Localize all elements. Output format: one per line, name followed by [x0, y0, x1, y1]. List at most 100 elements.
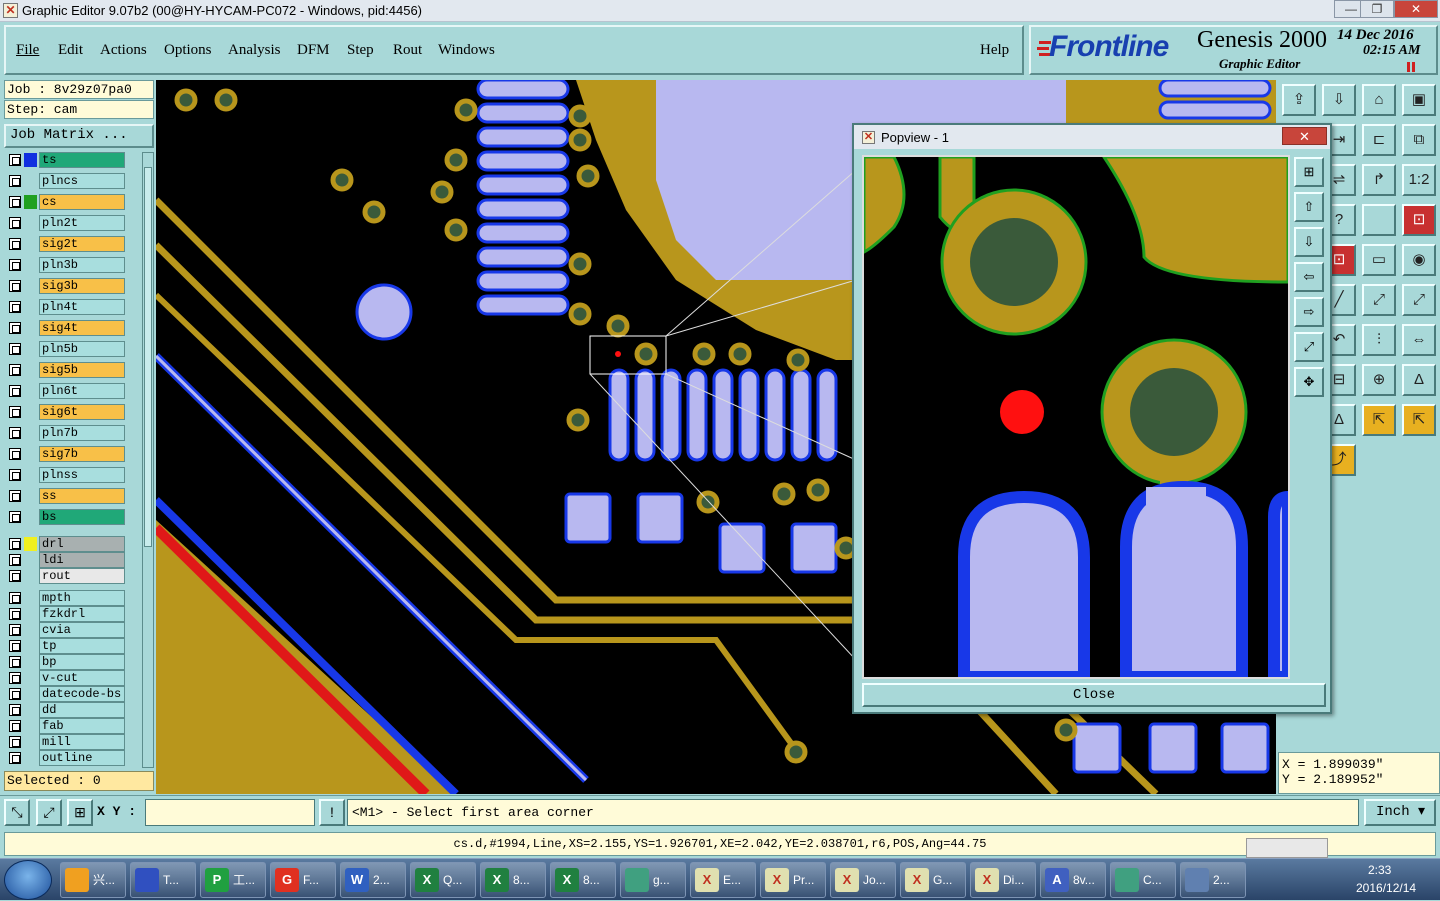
layer-checkbox[interactable]	[9, 608, 21, 620]
layer-checkbox[interactable]	[9, 385, 21, 397]
layer-checkbox[interactable]	[9, 448, 21, 460]
clock-date[interactable]: 2016/12/14	[1356, 881, 1416, 895]
layer-row-sig7b[interactable]: sig7b	[4, 446, 128, 462]
layer-row-ts[interactable]: ts	[4, 152, 128, 168]
layer-row-cvia[interactable]: cvia	[4, 622, 128, 638]
xy-input[interactable]	[145, 799, 315, 826]
popview-close-icon[interactable]: ✕	[1282, 127, 1327, 145]
taskbar-item[interactable]: X Di...	[970, 862, 1036, 898]
layer-name[interactable]: plnss	[39, 467, 125, 483]
layer-scrollbar[interactable]	[142, 152, 154, 768]
layer-row-dd[interactable]: dd	[4, 702, 128, 718]
taskbar-item[interactable]: g...	[620, 862, 686, 898]
layer-row-bs[interactable]: bs	[4, 509, 128, 525]
layer-name[interactable]: tp	[39, 638, 125, 654]
layer-row-sig2t[interactable]: sig2t	[4, 236, 128, 252]
layer-row-outline[interactable]: outline	[4, 750, 128, 766]
taskbar-item[interactable]: 2...	[1180, 862, 1246, 898]
scrollbar-thumb[interactable]	[144, 167, 152, 547]
ruler-icon[interactable]: ▭	[1362, 244, 1396, 276]
start-button[interactable]	[4, 860, 52, 900]
layer-row-cs[interactable]: cs	[4, 194, 128, 210]
popview-close-button[interactable]: Close	[862, 683, 1326, 707]
fit-window-icon[interactable]: ⤢	[1294, 332, 1324, 362]
menu-dfm[interactable]: DFM	[297, 42, 330, 59]
layer-checkbox[interactable]	[9, 554, 21, 566]
layer-checkbox[interactable]	[9, 406, 21, 418]
popview-canvas[interactable]	[862, 155, 1290, 679]
node-icon[interactable]: ⤢	[1362, 284, 1396, 316]
warning-icon[interactable]: !	[319, 799, 345, 826]
menu-step[interactable]: Step	[347, 42, 374, 59]
layer-checkbox[interactable]	[9, 736, 21, 748]
zoom-down-icon[interactable]: ⇩	[1294, 227, 1324, 257]
layer-name[interactable]: bs	[39, 509, 125, 525]
taskbar-item[interactable]: W 2...	[340, 862, 406, 898]
layer-row-sig4t[interactable]: sig4t	[4, 320, 128, 336]
layer-checkbox[interactable]	[9, 624, 21, 636]
grid-icon[interactable]: ⊞	[67, 799, 93, 826]
pause-icon[interactable]	[1407, 62, 1415, 72]
layer-checkbox[interactable]	[9, 752, 21, 764]
layer-checkbox[interactable]	[9, 720, 21, 732]
layer-checkbox[interactable]	[9, 217, 21, 229]
layer-name[interactable]: fzkdrl	[39, 606, 125, 622]
layer-row-ldi[interactable]: ldi	[4, 552, 128, 568]
layer-checkbox[interactable]	[9, 196, 21, 208]
layer-checkbox[interactable]	[9, 656, 21, 668]
taskbar-item[interactable]: X Jo...	[830, 862, 896, 898]
layer-row-sig6t[interactable]: sig6t	[4, 404, 128, 420]
layer-row-tp[interactable]: tp	[4, 638, 128, 654]
taskbar-item[interactable]: X 8...	[550, 862, 616, 898]
pointer2-icon[interactable]: ⇱	[1402, 404, 1436, 436]
taskbar-item[interactable]: P 工...	[200, 862, 266, 898]
layer-name[interactable]: pln3b	[39, 257, 125, 273]
layer-checkbox[interactable]	[9, 592, 21, 604]
align-icon[interactable]: ⊕	[1362, 364, 1396, 396]
layer-name[interactable]: cs	[39, 194, 125, 210]
blank-icon[interactable]	[1362, 204, 1396, 236]
layer-row-fab[interactable]: fab	[4, 718, 128, 734]
layer-checkbox[interactable]	[9, 322, 21, 334]
unit-select[interactable]: Inch ▾	[1364, 799, 1436, 826]
ratio-icon[interactable]: 1:2	[1402, 164, 1436, 196]
layer-checkbox[interactable]	[9, 364, 21, 376]
layer-row-pln2t[interactable]: pln2t	[4, 215, 128, 231]
taskbar-item[interactable]: X E...	[690, 862, 756, 898]
layer-name[interactable]: mill	[39, 734, 125, 750]
layer-row-rout[interactable]: rout	[4, 568, 128, 584]
layer-checkbox[interactable]	[9, 511, 21, 523]
layer-checkbox[interactable]	[9, 343, 21, 355]
layer-name[interactable]: ss	[39, 488, 125, 504]
taskbar-item[interactable]: X Q...	[410, 862, 476, 898]
zoom-extents-icon[interactable]: ✥	[1294, 367, 1324, 397]
layer-checkbox[interactable]	[9, 490, 21, 502]
taskbar-item[interactable]: 兴...	[60, 862, 126, 898]
zoom-in-icon[interactable]: ⊞	[1294, 157, 1324, 187]
layer-name[interactable]: fab	[39, 718, 125, 734]
clock-time[interactable]: 2:33	[1368, 863, 1391, 877]
menu-help[interactable]: Help	[980, 42, 1009, 59]
layer-name[interactable]: sig5b	[39, 362, 125, 378]
layer-name[interactable]: bp	[39, 654, 125, 670]
layer-checkbox[interactable]	[9, 469, 21, 481]
layer-row-pln6t[interactable]: pln6t	[4, 383, 128, 399]
layer-checkbox[interactable]	[9, 640, 21, 652]
layer-checkbox[interactable]	[9, 427, 21, 439]
layer-name[interactable]: drl	[39, 536, 125, 552]
job-matrix-button[interactable]: Job Matrix ...	[4, 124, 154, 148]
menu-rout[interactable]: Rout	[393, 42, 422, 59]
menu-options[interactable]: Options	[164, 42, 212, 59]
layer-name[interactable]: sig7b	[39, 446, 125, 462]
layer-name[interactable]: datecode-bs	[39, 686, 125, 702]
zoom-home-icon[interactable]: ⇧	[1294, 192, 1324, 222]
taskbar-item[interactable]: X G...	[900, 862, 966, 898]
layer-name[interactable]: rout	[39, 568, 125, 584]
layer-checkbox[interactable]	[9, 259, 21, 271]
layer-row-ss[interactable]: ss	[4, 488, 128, 504]
layer-checkbox[interactable]	[9, 238, 21, 250]
layer-name[interactable]: pln2t	[39, 215, 125, 231]
menu-edit[interactable]: Edit	[58, 42, 83, 59]
layer-name[interactable]: ldi	[39, 552, 125, 568]
layer-name[interactable]: dd	[39, 702, 125, 718]
